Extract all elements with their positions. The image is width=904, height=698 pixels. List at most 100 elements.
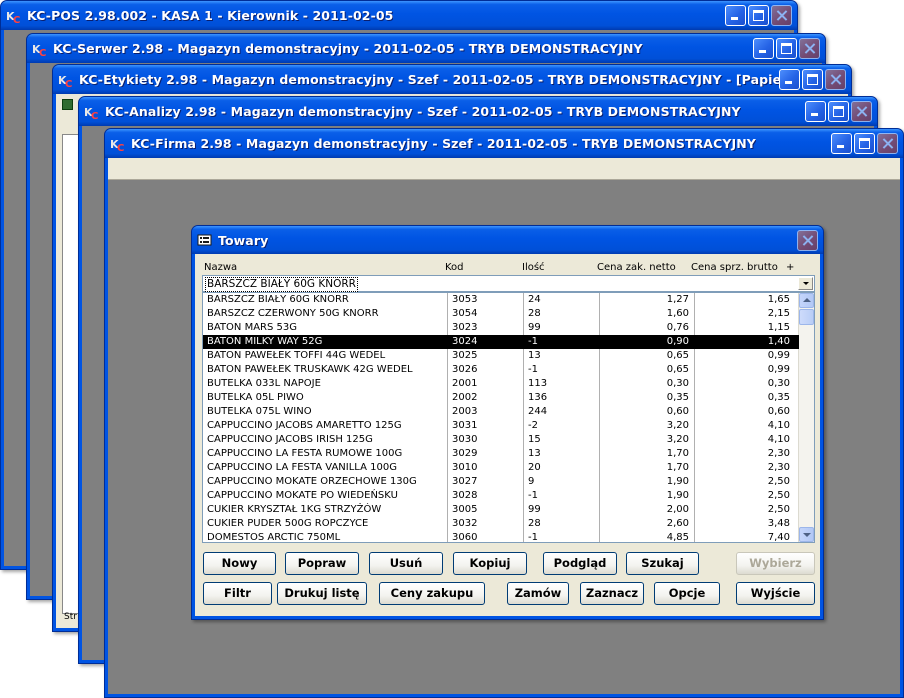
table-row[interactable]: BATON MARS 53G 3023 99 0,76 1,15 bbox=[203, 321, 799, 335]
table-row[interactable]: BATON MILKY WAY 52G 3024 -1 0,90 1,40 bbox=[203, 335, 799, 349]
table-row[interactable]: BATON PAWEŁEK TRUSKAWK 42G WEDEL 3026 -1 0,… bbox=[203, 363, 799, 377]
cell-cena-zak: 4,85 bbox=[666, 532, 689, 543]
close-button[interactable] bbox=[797, 230, 818, 251]
cell-cena-zak: 2,60 bbox=[666, 518, 689, 529]
kopiuj-button[interactable]: Kopiuj bbox=[453, 552, 527, 575]
close-button[interactable] bbox=[799, 38, 820, 59]
close-button[interactable] bbox=[851, 101, 872, 122]
window-title: KC-Firma 2.98 - Magazyn demonstracyjny -… bbox=[131, 136, 756, 151]
table-row[interactable]: BARSZCZ CZERWONY 50G KNORR 3054 28 1,60 2,15 bbox=[203, 307, 799, 321]
wyjscie-button[interactable]: Wyjście bbox=[736, 582, 815, 605]
cell-nazwa: CUKIER KRYSZTAŁ 1KG STRZYŻÓW bbox=[207, 504, 382, 515]
maximize-button[interactable] bbox=[854, 133, 875, 154]
drukuj-liste-button[interactable]: Drukuj listę bbox=[277, 582, 367, 605]
table-row[interactable]: CAPPUCCINO LA FESTA RUMOWE 100G 3029 13 1,7… bbox=[203, 447, 799, 461]
table-row[interactable]: CAPPUCCINO LA FESTA VANILLA 100G 3010 20 1,… bbox=[203, 461, 799, 475]
table-row[interactable]: CAPPUCCINO MOKATE ORZECHOWE 130G 3027 9 1,9… bbox=[203, 475, 799, 489]
cell-cena-zak: 2,00 bbox=[666, 504, 689, 515]
wybierz-button[interactable]: Wybierz bbox=[736, 552, 815, 575]
cell-kod: 3054 bbox=[452, 308, 478, 319]
column-header-nazwa[interactable]: Nazwa bbox=[204, 262, 237, 273]
window-title: KC-Analizy 2.98 - Magazyn demonstracyjny… bbox=[105, 104, 741, 119]
cell-cena-sprz: 4,10 bbox=[767, 434, 790, 445]
table-row[interactable]: CAPPUCCINO MOKATE PO WIEDEŃSKU 3028 -1 1,90… bbox=[203, 489, 799, 503]
window-title: KC-Serwer 2.98 - Magazyn demonstracyjny … bbox=[53, 41, 643, 56]
close-button[interactable] bbox=[877, 133, 898, 154]
table-row[interactable]: BATON PAWEŁEK TOFFI 44G WEDEL 3025 13 0,65 0… bbox=[203, 349, 799, 363]
cell-kod: 3027 bbox=[452, 476, 478, 487]
chevron-down-icon[interactable] bbox=[798, 277, 813, 290]
minimize-button[interactable] bbox=[779, 69, 800, 90]
column-header-cena-zak[interactable]: Cena zak. netto bbox=[597, 262, 676, 273]
search-combobox[interactable]: BARSZCZ BIAŁY 60G KNORR bbox=[202, 275, 815, 292]
column-header-cena-sprz[interactable]: Cena sprz. brutto bbox=[691, 262, 778, 273]
zamow-button[interactable]: Zamów bbox=[507, 582, 569, 605]
minimize-button[interactable] bbox=[725, 5, 746, 26]
close-button[interactable] bbox=[825, 69, 846, 90]
scroll-thumb[interactable] bbox=[799, 309, 814, 325]
minimize-button[interactable] bbox=[831, 133, 852, 154]
toolbar-icon[interactable] bbox=[62, 99, 73, 110]
nowy-button[interactable]: Nowy bbox=[203, 552, 276, 575]
kc-pos-titlebar[interactable]: KC KC-POS 2.98.002 - KASA 1 - Kierownik … bbox=[1, 1, 797, 30]
table-row[interactable]: CAPPUCCINO JACOBS AMARETTO 125G 3031 -2 3,2… bbox=[203, 419, 799, 433]
maximize-button[interactable] bbox=[828, 101, 849, 122]
column-header-plus[interactable]: + bbox=[786, 262, 794, 273]
maximize-button[interactable] bbox=[776, 38, 797, 59]
kc-etykiety-titlebar[interactable]: KC KC-Etykiety 2.98 - Magazyn demonstrac… bbox=[53, 65, 851, 94]
cell-cena-zak: 3,20 bbox=[666, 420, 689, 431]
cell-ilosc: 28 bbox=[528, 308, 541, 319]
menu-bar bbox=[108, 158, 900, 180]
opcje-button[interactable]: Opcje bbox=[654, 582, 720, 605]
search-input[interactable]: BARSZCZ BIAŁY 60G KNORR bbox=[205, 277, 358, 292]
table-row[interactable]: CAPPUCCINO JACOBS IRISH 125G 3030 15 3,20 4,… bbox=[203, 433, 799, 447]
szukaj-button[interactable]: Szukaj bbox=[626, 552, 699, 575]
cell-kod: 3024 bbox=[452, 336, 478, 347]
cell-cena-sprz: 2,30 bbox=[767, 448, 790, 459]
table-row[interactable]: CUKIER PUDER 500G ROPCZYCE 3032 28 2,60 3,48 bbox=[203, 517, 799, 531]
filtr-button[interactable]: Filtr bbox=[203, 582, 272, 605]
vertical-scrollbar[interactable] bbox=[798, 293, 814, 542]
column-header-ilosc[interactable]: Ilość bbox=[522, 262, 545, 273]
minimize-button[interactable] bbox=[753, 38, 774, 59]
usun-button[interactable]: Usuń bbox=[369, 552, 443, 575]
column-header-kod[interactable]: Kod bbox=[445, 262, 464, 273]
table-row[interactable]: BUTELKA 033L NAPOJE 2001 113 0,30 0,30 bbox=[203, 377, 799, 391]
cell-kod: 3053 bbox=[452, 294, 478, 305]
cell-cena-zak: 1,70 bbox=[666, 448, 689, 459]
ceny-zakupu-button[interactable]: Ceny zakupu bbox=[379, 582, 485, 605]
cell-cena-zak: 0,65 bbox=[666, 350, 689, 361]
kc-analizy-titlebar[interactable]: KC KC-Analizy 2.98 - Magazyn demonstracy… bbox=[79, 97, 877, 126]
zaznacz-button[interactable]: Zaznacz bbox=[580, 582, 644, 605]
close-button[interactable] bbox=[771, 5, 792, 26]
kc-firma-titlebar[interactable]: KC KC-Firma 2.98 - Magazyn demonstracyjn… bbox=[105, 129, 903, 158]
cell-nazwa: BATON MILKY WAY 52G bbox=[207, 336, 323, 347]
cell-cena-sprz: 3,48 bbox=[767, 518, 790, 529]
cell-ilosc: 13 bbox=[528, 350, 541, 361]
products-table[interactable]: BARSZCZ BIAŁY 60G KNORR 3053 24 1,27 1,65 BAR… bbox=[202, 292, 815, 543]
popraw-button[interactable]: Popraw bbox=[285, 552, 359, 575]
list-window-icon bbox=[197, 232, 213, 248]
kc-serwer-titlebar[interactable]: KC KC-Serwer 2.98 - Magazyn demonstracyj… bbox=[27, 34, 825, 63]
table-row[interactable]: CUKIER KRYSZTAŁ 1KG STRZYŻÓW 3005 99 2,00 2,… bbox=[203, 503, 799, 517]
cell-nazwa: BATON MARS 53G bbox=[207, 322, 297, 333]
towary-dialog: Towary Nazwa Kod Ilość Cena zak. netto C… bbox=[191, 225, 824, 620]
cell-ilosc: 99 bbox=[528, 504, 541, 515]
table-row[interactable]: DOMESTOS ARCTIC 750ML 3060 -1 4,85 7,40 bbox=[203, 531, 799, 543]
scroll-down-icon[interactable] bbox=[799, 527, 814, 542]
svg-text:C: C bbox=[117, 143, 124, 152]
cell-kod: 3031 bbox=[452, 420, 478, 431]
cell-cena-zak: 1,70 bbox=[666, 462, 689, 473]
cell-ilosc: 244 bbox=[528, 406, 548, 417]
table-row[interactable]: BUTELKA 05L PIWO 2002 136 0,35 0,35 bbox=[203, 391, 799, 405]
table-row[interactable]: BUTELKA 075L WINO 2003 244 0,60 0,60 bbox=[203, 405, 799, 419]
cell-cena-sprz: 1,40 bbox=[767, 336, 790, 347]
maximize-button[interactable] bbox=[748, 5, 769, 26]
podglad-button[interactable]: Podgląd bbox=[543, 552, 617, 575]
table-row[interactable]: BARSZCZ BIAŁY 60G KNORR 3053 24 1,27 1,65 bbox=[203, 293, 799, 307]
minimize-button[interactable] bbox=[805, 101, 826, 122]
towary-titlebar[interactable]: Towary bbox=[192, 226, 823, 254]
cell-ilosc: 15 bbox=[528, 434, 541, 445]
scroll-up-icon[interactable] bbox=[799, 293, 814, 308]
maximize-button[interactable] bbox=[802, 69, 823, 90]
